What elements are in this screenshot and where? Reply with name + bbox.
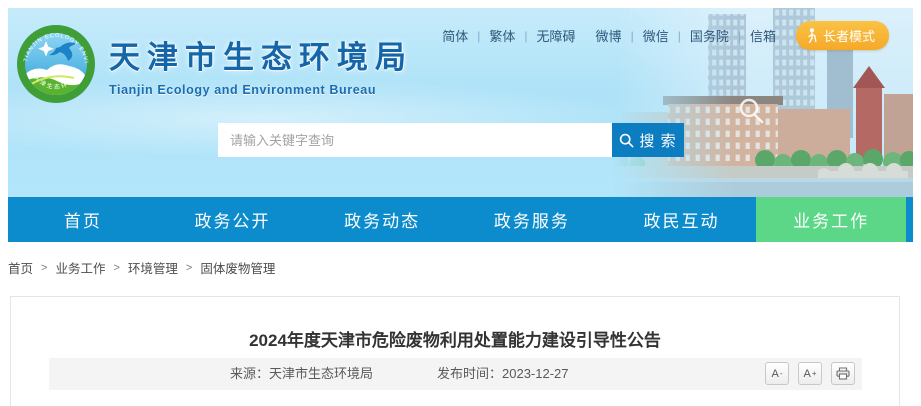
separator: > xyxy=(113,262,119,274)
topbar-link[interactable]: 无障碍 xyxy=(537,29,576,44)
font-letter: A xyxy=(803,368,810,380)
article-source: 来源：天津市生态环境局 xyxy=(230,358,373,390)
separator: > xyxy=(186,262,192,274)
search-button[interactable]: 搜 索 xyxy=(612,123,684,157)
nav-item[interactable]: 业务工作 xyxy=(756,197,906,242)
nav-item[interactable]: 政务公开 xyxy=(158,197,308,242)
printer-icon xyxy=(836,367,850,380)
elder-person-icon xyxy=(806,28,818,43)
language-links: 简体 | 繁体 | 无障碍 xyxy=(442,26,575,45)
breadcrumb: 首页 > 业务工作 > 环境管理 > 固体废物管理 xyxy=(8,258,275,277)
site-name: 天津市生态环境局 xyxy=(109,32,413,77)
breadcrumb-link[interactable]: 固体废物管理 xyxy=(200,258,275,277)
source-value: 天津市生态环境局 xyxy=(269,366,373,381)
nav-item[interactable]: 政民互动 xyxy=(607,197,757,242)
article-tools: A- A+ xyxy=(765,362,855,385)
separator: | xyxy=(738,29,741,43)
site-brand: TIANJIN ECOLOGY ENVIRONMENT 天津生态环境 天津市生态… xyxy=(16,24,413,104)
minus-sign: - xyxy=(780,370,783,378)
article-panel: 2024年度天津市危险废物利用处置能力建设引导性公告 来源：天津市生态环境局 发… xyxy=(10,296,900,406)
site-header: 简体 | 繁体 | 无障碍 微博 | 微信 | 国务院 | 信箱 长者模式 xyxy=(8,8,913,197)
page: 简体 | 繁体 | 无障碍 微博 | 微信 | 国务院 | 信箱 长者模式 xyxy=(0,0,921,406)
site-titles: 天津市生态环境局 Tianjin Ecology and Environment… xyxy=(109,32,413,97)
topbar-link[interactable]: 简体 xyxy=(442,29,468,44)
elder-mode-label: 长者模式 xyxy=(823,26,875,45)
publish-value: 2023-12-27 xyxy=(502,366,569,381)
searchbar: 搜 索 xyxy=(218,123,684,157)
font-increase-button[interactable]: A+ xyxy=(798,362,822,385)
topbar-link[interactable]: 繁体 xyxy=(489,29,515,44)
breadcrumb-link[interactable]: 首页 xyxy=(8,258,33,277)
topbar: 简体 | 繁体 | 无障碍 微博 | 微信 | 国务院 | 信箱 长者模式 xyxy=(442,21,889,50)
article-publish-date: 发布时间：2023-12-27 xyxy=(437,358,569,390)
plus-sign: + xyxy=(812,370,817,378)
publish-label: 发布时间： xyxy=(437,366,502,381)
search-button-label: 搜 索 xyxy=(639,130,676,151)
separator: > xyxy=(41,262,47,274)
breadcrumb-link[interactable]: 业务工作 xyxy=(55,258,105,277)
breadcrumb-link[interactable]: 环境管理 xyxy=(128,258,178,277)
logo-emblem: TIANJIN ECOLOGY ENVIRONMENT 天津生态环境 xyxy=(16,24,96,104)
font-letter: A xyxy=(771,368,778,380)
main-navigation: 首页 政务公开 政务动态 政务服务 政民互动 业务工作 xyxy=(8,197,913,242)
font-decrease-button[interactable]: A- xyxy=(765,362,789,385)
article-meta-bar: 来源：天津市生态环境局 发布时间：2023-12-27 A- A+ xyxy=(49,358,862,390)
search-input[interactable] xyxy=(218,123,612,157)
separator: | xyxy=(524,29,527,43)
site-logo: TIANJIN ECOLOGY ENVIRONMENT 天津生态环境 xyxy=(16,24,96,104)
topbar-link[interactable]: 国务院 xyxy=(690,29,729,44)
search-icon xyxy=(619,133,634,148)
print-button[interactable] xyxy=(831,362,855,385)
nav-item[interactable]: 政务动态 xyxy=(307,197,457,242)
source-label: 来源： xyxy=(230,366,269,381)
nav-item[interactable]: 政务服务 xyxy=(457,197,607,242)
separator: | xyxy=(678,29,681,43)
nav-item[interactable]: 首页 xyxy=(8,197,158,242)
article-title: 2024年度天津市危险废物利用处置能力建设引导性公告 xyxy=(31,326,879,351)
separator: | xyxy=(631,29,634,43)
site-name-en: Tianjin Ecology and Environment Bureau xyxy=(109,83,413,97)
elder-mode-button[interactable]: 长者模式 xyxy=(796,21,889,50)
topbar-link[interactable]: 微博 xyxy=(596,29,622,44)
topbar-link[interactable]: 微信 xyxy=(643,29,669,44)
separator: | xyxy=(477,29,480,43)
topbar-link[interactable]: 信箱 xyxy=(750,29,776,44)
media-links: 微博 | 微信 | 国务院 | 信箱 xyxy=(596,26,776,45)
